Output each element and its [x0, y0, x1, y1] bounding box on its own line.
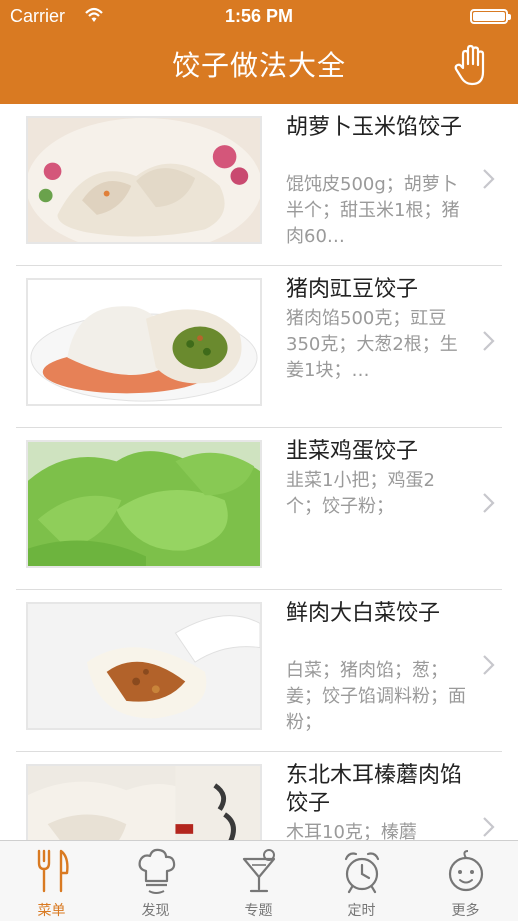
baby-face-icon [448, 850, 484, 892]
tab-more[interactable]: 更多 [414, 841, 517, 921]
page-title: 饺子做法大全 [171, 49, 346, 82]
tab-discover[interactable]: 发现 [104, 841, 207, 921]
list-item[interactable]: 胡萝卜玉米馅饺子 馄饨皮500g；胡萝卜半个；甜玉米1根；猪肉60… [0, 104, 518, 266]
list-item[interactable]: 猪肉豇豆饺子 猪肉馅500克；豇豆350克；大葱2根；生姜1块；… [0, 266, 518, 428]
list-item[interactable]: 韭菜鸡蛋饺子 韭菜1小把；鸡蛋2个；饺子粉； [0, 428, 518, 590]
tab-timer[interactable]: 定时 [310, 841, 413, 921]
status-bar: Carrier 1:56 PM [0, 0, 518, 34]
recipe-list: 胡萝卜玉米馅饺子 馄饨皮500g；胡萝卜半个；甜玉米1根；猪肉60… 猪肉豇豆饺… [0, 104, 518, 840]
chevron-right-icon [483, 493, 495, 513]
recipe-ingredients: 白菜；猪肉馅；葱；姜；饺子馅调料粉；面粉； [286, 660, 466, 733]
recipe-ingredients: 馄饨皮500g；胡萝卜半个；甜玉米1根；猪肉60… [286, 174, 460, 247]
tab-topics[interactable]: 专题 [207, 841, 310, 921]
list-item[interactable]: 东北木耳榛蘑肉馅饺子 木耳10克；榛蘑 [0, 752, 518, 840]
recipe-title: 胡萝卜玉米馅饺子 [286, 115, 463, 140]
cocktail-icon [242, 849, 276, 893]
navigation-bar: Carrier 1:56 PM 饺子做法大全 [0, 0, 518, 104]
tab-menu[interactable]: 菜单 [0, 841, 103, 921]
alarm-clock-icon [344, 852, 380, 894]
recipe-thumbnail [26, 440, 262, 568]
fork-knife-icon [37, 849, 69, 893]
recipe-thumbnail [26, 116, 262, 244]
tab-label: 更多 [451, 903, 480, 919]
recipe-ingredients: 猪肉馅500克；豇豆350克；大葱2根；生姜1块；… [286, 308, 458, 381]
recipe-ingredients: 韭菜1小把；鸡蛋2个；饺子粉； [286, 470, 435, 517]
chevron-right-icon [483, 655, 495, 675]
recipe-title: 鲜肉大白菜饺子 [286, 601, 441, 626]
recipe-title: 猪肉豇豆饺子 [286, 277, 419, 302]
recipe-ingredients: 木耳10克；榛蘑 [286, 822, 417, 840]
tab-bar: 菜单 发现 专题 定时 更多 [0, 840, 518, 921]
chevron-right-icon [483, 817, 495, 837]
tab-label: 定时 [347, 903, 376, 919]
tab-label: 发现 [141, 903, 170, 919]
chevron-right-icon [483, 331, 495, 351]
clock: 1:56 PM [224, 6, 294, 26]
recipe-thumbnail [26, 764, 262, 840]
hand-icon[interactable] [454, 44, 490, 88]
battery-icon [470, 9, 511, 24]
tab-label: 专题 [244, 903, 273, 919]
chef-hat-icon [138, 848, 176, 894]
recipe-title: 东北木耳榛蘑肉馅饺子 [286, 763, 463, 816]
recipe-title: 韭菜鸡蛋饺子 [286, 439, 419, 464]
tab-label: 菜单 [37, 903, 66, 919]
chevron-right-icon [483, 169, 495, 189]
recipe-thumbnail [26, 278, 262, 406]
list-item[interactable]: 鲜肉大白菜饺子 白菜；猪肉馅；葱；姜；饺子馅调料粉；面粉； [0, 590, 518, 752]
recipe-thumbnail [26, 602, 262, 730]
